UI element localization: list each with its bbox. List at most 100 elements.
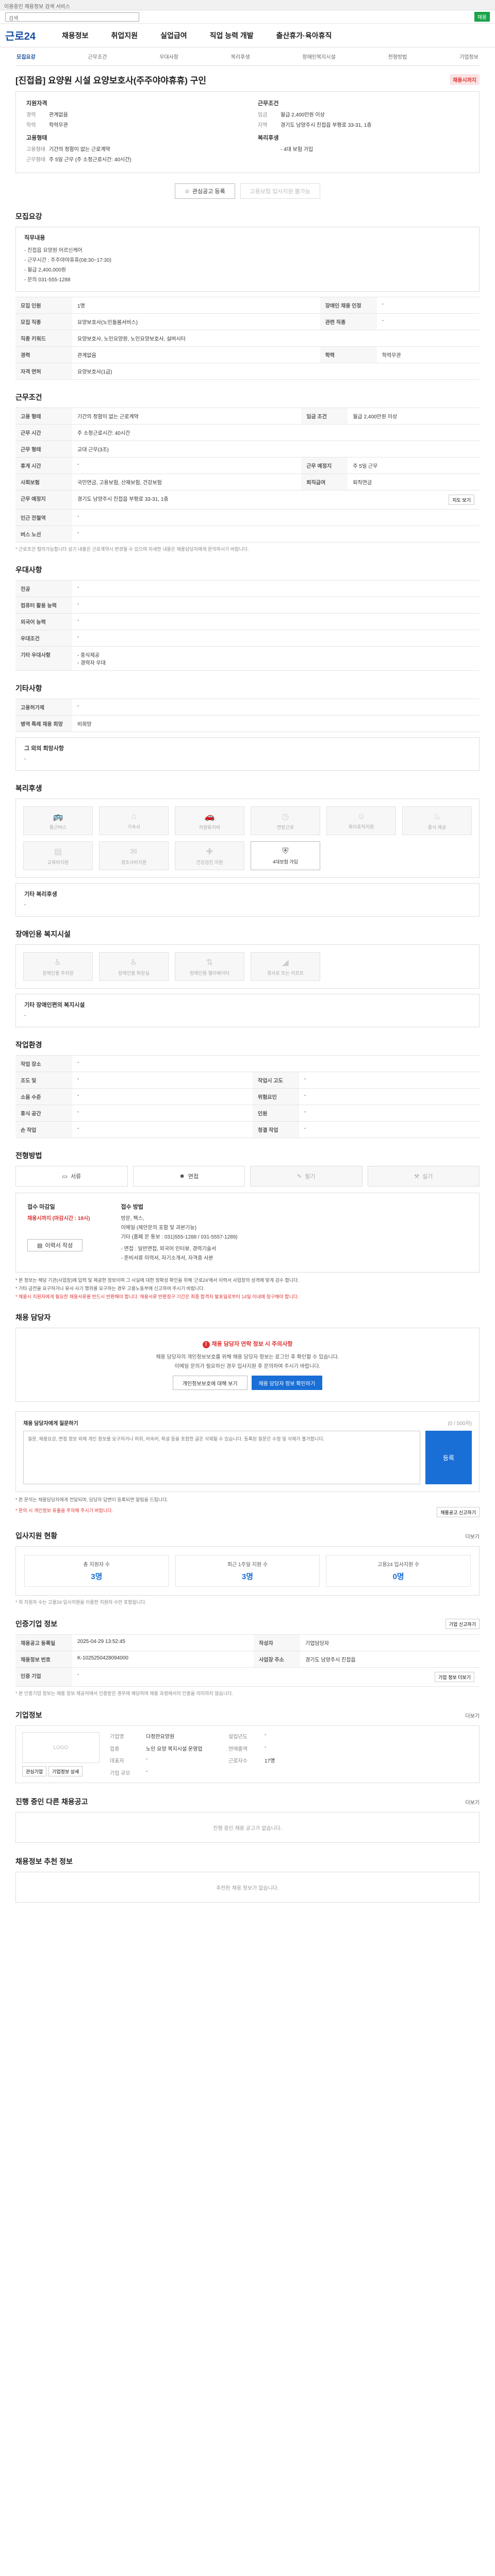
- contact-info-button[interactable]: 채용 담당자 정보 확인하기: [251, 1376, 323, 1390]
- th-cell: 자격 면허: [15, 363, 72, 380]
- global-search-input[interactable]: 검색: [5, 12, 139, 22]
- kv-value: 경기도 남양주시 진접읍 부평로 33-31, 1층: [280, 123, 372, 128]
- td-cell: -: [72, 597, 480, 614]
- table-row: 모집 직종 요양보호사(노인돌봄서비스) 관련 직종 -: [15, 313, 480, 330]
- section-process: 전형방법 ▭ 서류 ☻ 면접 ✎ 필기 ⚒ 실기 접수 마감일 채용시까지 (마감시간 …: [15, 1150, 480, 1300]
- disabled-other-value: -: [24, 1013, 26, 1019]
- scrap-label: 관심공고 등록: [192, 189, 225, 195]
- method-label: 접수 방법: [121, 1204, 143, 1210]
- disabled-item: ♿ 장애인용 화장실: [99, 952, 169, 981]
- subnav-process[interactable]: 전형방법: [388, 53, 407, 60]
- report-button[interactable]: 채용공고 신고하기: [437, 1507, 480, 1517]
- summary-left: 지원자격 경력 관계없음 학력 학력무관 고용형태 고용형태 기간의 정함이 없는 근…: [26, 99, 237, 165]
- condition-table: 고용 형태 기간의 정함이 없는 근로계약 임금 조건 월급 2,400만원 이상 근…: [15, 408, 480, 543]
- toilet-icon: ♿: [130, 958, 138, 967]
- section-title-disabled: 장애인용 복지시설: [15, 930, 71, 938]
- th-cell: 휴게 시간: [15, 457, 72, 474]
- job-duty-title: 직무내용: [24, 235, 45, 241]
- summary-row: 지역 경기도 남양주시 진접읍 부평로 33-31, 1층: [258, 121, 469, 128]
- job-duty-line: - 월급 2,400,000원: [24, 267, 66, 273]
- map-button[interactable]: 지도 보기: [449, 495, 474, 505]
- subnav-condition[interactable]: 근무조건: [88, 53, 107, 60]
- kv-value: - 4대 보험 가입: [280, 147, 314, 152]
- qna-textarea[interactable]: [23, 1431, 420, 1484]
- subnav-pref[interactable]: 우대사항: [159, 53, 178, 60]
- disabled-label: 장애인용 엘리베이터: [189, 970, 230, 976]
- section-title-welfare: 복리후생: [15, 784, 42, 792]
- company-report-button[interactable]: 기업 신고하기: [445, 1619, 480, 1629]
- summary-row: 고용형태 기간의 정함이 없는 근로계약: [26, 145, 237, 152]
- section-disabled: 장애인용 복지시설 ♿ 장애인용 주차장 ♿ 장애인용 화장실 ⇅ 장애인용 엘리베이…: [15, 929, 480, 1027]
- th-cell: 작업시 고도: [253, 1072, 299, 1089]
- subnav-disabled[interactable]: 장애인복지시설: [302, 53, 335, 60]
- gnb-item-support[interactable]: 취업지원: [111, 30, 138, 41]
- kv-key: 학력: [26, 123, 36, 128]
- qna-form: 등록: [23, 1431, 472, 1484]
- kv-value: 월급 2,400만원 이상: [280, 112, 325, 118]
- company-detail-button[interactable]: 기업정보 상세: [48, 1766, 83, 1776]
- cert-note: * 본 인증기업 정보는 채용 정보 제공처에서 인증받은 경우에 해당하며 채…: [15, 1691, 233, 1696]
- subnav-company[interactable]: 기업정보: [459, 53, 478, 60]
- method-line: - 면접 : 일반면접, 외국어 인터뷰, 경력기술서: [121, 1246, 217, 1252]
- scrap-button[interactable]: ☆ 관심공고 등록: [174, 183, 235, 199]
- kv-value: 기간의 정함이 없는 근로계약: [49, 147, 110, 152]
- company-logo-area: LOGO 관심기업 기업정보 상세: [22, 1732, 100, 1776]
- step-document: ▭ 서류: [15, 1166, 128, 1187]
- company-more-link[interactable]: 더보기: [465, 1711, 480, 1719]
- table-row: 외국어 능력 -: [15, 613, 480, 630]
- resume-button[interactable]: ▤ 이력서 작성: [27, 1239, 83, 1251]
- td-cell: -: [72, 1055, 480, 1072]
- td-cell: - 중식제공 - 경력자 우대: [72, 646, 480, 671]
- td-cell: -: [72, 457, 302, 474]
- qna-submit-button[interactable]: 등록: [425, 1431, 472, 1484]
- td-cell: -: [299, 1121, 480, 1138]
- baby-icon: ☺: [357, 811, 366, 821]
- condition-note: * 근로조건 협의가능합니다 상기 내용은 근로계약시 변경될 수 있으며 자세…: [15, 547, 249, 552]
- bus-icon: 🚌: [53, 812, 63, 821]
- apply-button[interactable]: 고용보험 입사지원 불가능: [240, 183, 321, 199]
- gnb-item-leave[interactable]: 출산휴가·육아휴직: [276, 30, 332, 41]
- main-container: 모집요강 근무조건 우대사항 복리후생 장애인복지시설 전형방법 기업정보 [진…: [15, 47, 480, 1918]
- summary-row: 임금 월급 2,400만원 이상: [258, 110, 469, 118]
- td-cell: -: [299, 1072, 480, 1089]
- stats-more-link[interactable]: 더보기: [465, 1532, 480, 1540]
- step-label: 필기: [305, 1174, 316, 1180]
- subnav-welfare[interactable]: 복리후생: [231, 53, 250, 60]
- gnb-item-jobs[interactable]: 채용정보: [62, 30, 89, 41]
- health-icon: ✚: [206, 847, 213, 856]
- welfare-label: 건강검진 지원: [196, 859, 223, 865]
- td-cell: 2025-04-29 13:52:45: [72, 1634, 254, 1651]
- table-row: 전공 -: [15, 580, 480, 597]
- subnav-recruit[interactable]: 모집요강: [16, 53, 36, 60]
- info-key: 근로자수: [228, 1758, 248, 1764]
- kv-key: 근무형태: [26, 157, 45, 163]
- qna-box: 채용 담당자에게 질문하기 (0 / 500자) 등록: [15, 1411, 480, 1492]
- th-cell: 관련 직종: [320, 313, 377, 330]
- site-logo[interactable]: 근로24: [5, 28, 62, 43]
- table-row: 근무 예정지 경기도 남양주시 진접읍 부평로 33-31, 1층 지도 보기: [15, 490, 480, 510]
- contact-warn-title: ! 채용 담당자 연락 정보 시 주의사항: [27, 1340, 468, 1348]
- gnb-item-unemployment[interactable]: 실업급여: [160, 30, 187, 41]
- cert-header: 인증기업 정보 기업 신고하기: [15, 1619, 480, 1629]
- td-cell: 기간의 정함이 없는 근로계약: [72, 408, 302, 425]
- other-jobs-more-link[interactable]: 더보기: [465, 1798, 480, 1806]
- welfare-grid: 🚌 통근버스 ⌂ 기숙사 🚗 차량유지비 ◷ 연장근로 ☺ 육아휴직지원 ♨ 중식 제공 ▤…: [23, 806, 472, 870]
- company-more-button[interactable]: 기업 정보 더보기: [435, 1672, 474, 1682]
- th-cell: 전공: [15, 580, 72, 597]
- company-logo: LOGO: [22, 1732, 100, 1763]
- top-notice-bar: 이용중인 채용정보 검색 서비스: [0, 0, 495, 10]
- welfare-item: 🚗 차량유지비: [175, 806, 244, 835]
- gnb-item-training[interactable]: 직업 능력 개발: [210, 30, 254, 41]
- section-title-process: 전형방법: [15, 1151, 42, 1160]
- disabled-item: ◢ 경사로 또는 리프트: [251, 952, 320, 981]
- td-cell: -: [376, 297, 480, 314]
- util-green-button[interactable]: 채용: [474, 12, 490, 22]
- stat-item: 고용24 입사지원 수 0명: [326, 1555, 471, 1587]
- th-cell: 장애인 채용 인정: [320, 297, 377, 314]
- privacy-button[interactable]: 개인정보보호에 대해 보기: [172, 1376, 248, 1390]
- welfare-other-box: 기타 복리후생 -: [15, 883, 480, 917]
- favorite-company-button[interactable]: 관심기업: [22, 1766, 47, 1776]
- th-cell: 직종 키워드: [15, 330, 72, 347]
- table-row: 조도 및 - 작업시 고도 -: [15, 1072, 480, 1089]
- th-cell: 청결 작업: [253, 1121, 299, 1138]
